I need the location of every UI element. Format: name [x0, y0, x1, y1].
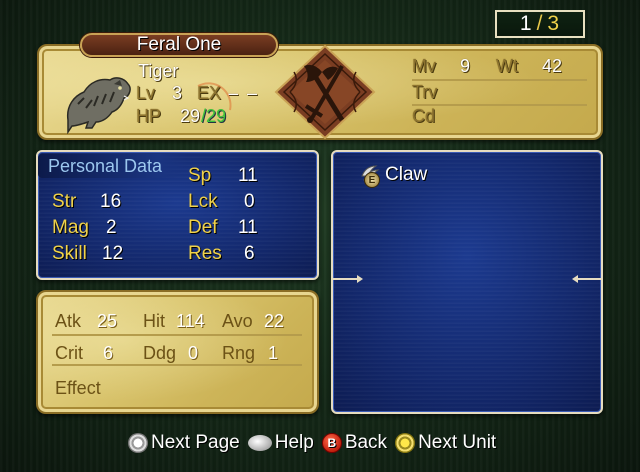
next-page-hint[interactable]: Next Page: [128, 432, 240, 454]
hit-label: Hit: [143, 311, 165, 331]
stat-value-def: 11: [238, 217, 258, 238]
stat-value-mag: 2: [106, 217, 117, 238]
avo-value: 22: [264, 311, 285, 331]
hp-label: HP: [136, 106, 162, 126]
page-separator: /: [536, 12, 544, 35]
avo-label: Avo: [222, 311, 253, 331]
z-button-icon: [247, 435, 272, 451]
stat-label-lck: Lck: [188, 191, 218, 212]
help-label: Help: [274, 432, 314, 453]
unit-class: Tiger: [138, 61, 179, 81]
atk-value: 25: [97, 311, 118, 331]
stat-value-str: 16: [100, 191, 122, 212]
ddg-label: Ddg: [143, 343, 177, 363]
axe-and-sword-crossed-icon: [274, 44, 376, 140]
stat-label-str: Str: [52, 191, 77, 212]
inventory-panel: [331, 150, 603, 414]
level-label: Lv: [136, 83, 156, 103]
next-unit-hint[interactable]: Next Unit: [395, 432, 496, 454]
control-stick-icon: [128, 433, 148, 453]
stat-label-res: Res: [188, 243, 222, 264]
page-counter: 1 / 3: [495, 10, 585, 38]
mv-label: Mv: [412, 56, 436, 76]
divider: [412, 79, 587, 81]
tiger-portrait-icon: [66, 77, 131, 134]
c-stick-icon: [395, 433, 416, 453]
inventory-item[interactable]: E Claw: [358, 162, 427, 188]
page-current: 1: [519, 12, 533, 35]
stat-value-res: 6: [244, 243, 255, 264]
unit-name: Feral One: [136, 34, 222, 55]
page-total: 3: [547, 12, 561, 35]
item-name: Claw: [385, 164, 428, 185]
rng-label: Rng: [222, 343, 256, 363]
stat-value-skill: 12: [102, 243, 124, 264]
personal-data-title: Personal Data: [38, 154, 188, 178]
stat-label-mag: Mag: [52, 217, 89, 238]
back-hint[interactable]: B Back: [321, 432, 388, 454]
crit-value: 6: [103, 343, 114, 363]
stat-label-def: Def: [188, 217, 218, 238]
next-unit-label: Next Unit: [418, 432, 497, 453]
wt-value: 42: [542, 56, 563, 76]
ddg-value: 0: [188, 343, 199, 363]
atk-label: Atk: [55, 311, 82, 331]
stat-value-sp: 11: [238, 165, 258, 186]
stat-label-sp: Sp: [188, 165, 212, 186]
rng-value: 1: [268, 343, 279, 363]
panel-tick-right: [576, 278, 602, 280]
cd-label: Cd: [412, 106, 436, 126]
effect-label: Effect: [55, 378, 101, 398]
stat-label-skill: Skill: [52, 243, 87, 264]
divider: [412, 104, 587, 106]
b-button-icon: B: [321, 433, 342, 453]
hit-value: 114: [176, 311, 205, 331]
equipped-badge: E: [364, 172, 380, 188]
help-hint[interactable]: Help: [247, 432, 314, 454]
hp-arc-icon: [197, 82, 232, 111]
combat-row-2: [52, 340, 302, 366]
controls-help-bar: Next Page Help B Back Next Unit: [128, 430, 504, 456]
panel-tick-left: [333, 275, 363, 283]
mv-value: 9: [460, 56, 471, 76]
unit-name-plate: Feral One: [80, 33, 278, 57]
trv-label: Trv: [412, 82, 438, 102]
back-label: Back: [344, 432, 388, 453]
level-value: 3: [172, 83, 183, 103]
next-page-label: Next Page: [151, 432, 240, 453]
stat-value-lck: 0: [244, 191, 255, 212]
crit-label: Crit: [55, 343, 83, 363]
wt-label: Wt: [496, 56, 518, 76]
claw-icon: E: [358, 162, 384, 188]
